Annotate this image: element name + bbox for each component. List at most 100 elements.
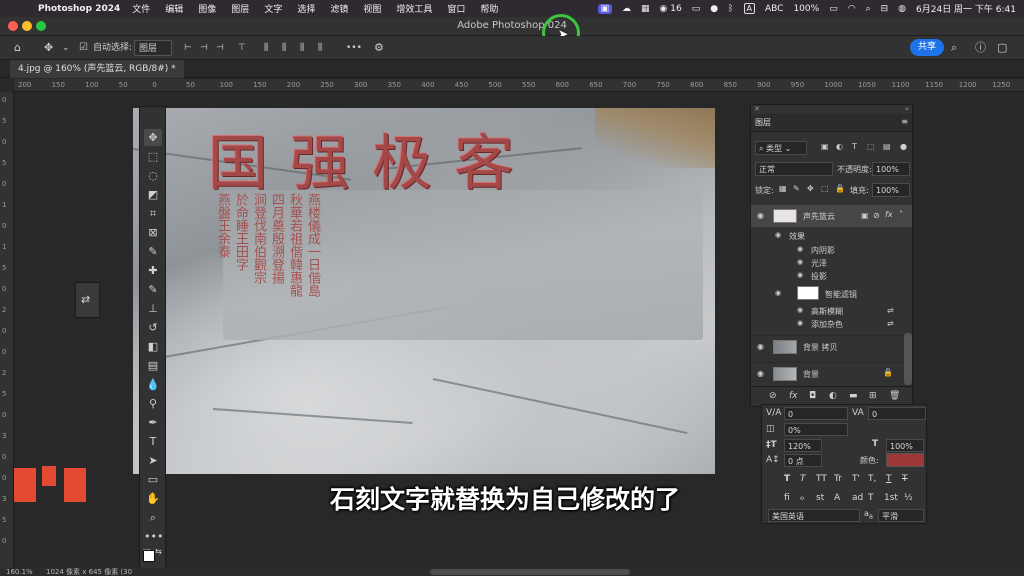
ordinals-button[interactable]: 1st: [884, 493, 898, 503]
app-menu[interactable]: Photoshop 2024: [38, 4, 120, 14]
visibility-eye-icon[interactable]: ◉: [757, 369, 764, 378]
opacity-input[interactable]: 100%: [872, 162, 910, 176]
siri-icon[interactable]: ◍: [898, 4, 906, 14]
lock-pixels-icon[interactable]: ✎: [793, 184, 800, 193]
faux-italic-button[interactable]: T: [800, 474, 806, 484]
input-method[interactable]: ABC: [765, 4, 783, 14]
workspace-icon[interactable]: ▢: [997, 40, 1007, 56]
layer-name[interactable]: 背景 拷贝: [803, 342, 838, 353]
contextual-alternates-button[interactable]: ℴ: [800, 493, 804, 503]
fill-input[interactable]: 100%: [872, 183, 910, 197]
distribute-icon[interactable]: ⫼: [264, 40, 268, 56]
kerning-select[interactable]: 0: [784, 407, 848, 420]
layer-filter-select[interactable]: ⌕ 类型 ⌄: [755, 141, 807, 155]
menu-image[interactable]: 图像: [198, 2, 216, 15]
menu-filter[interactable]: 滤镜: [330, 2, 348, 15]
gradient-tool-icon[interactable]: ▤: [144, 357, 162, 374]
baseline-shift-input[interactable]: 0 点: [784, 454, 822, 467]
filter-options-icon[interactable]: ⇌: [887, 319, 894, 328]
fx-icon[interactable]: fx: [885, 210, 893, 219]
panel-collapse-icon[interactable]: «: [905, 105, 909, 113]
effect-eye-icon[interactable]: ◉: [797, 245, 803, 253]
marquee-tool-icon[interactable]: ⬚: [144, 148, 162, 165]
brush-tool-icon[interactable]: ✎: [144, 281, 162, 298]
discretionary-ligatures-button[interactable]: st: [816, 493, 824, 503]
effect-item[interactable]: ◉ 内阴影: [797, 245, 835, 256]
help-icon[interactable]: ⓘ: [975, 40, 986, 56]
subscript-button[interactable]: T,: [868, 474, 876, 484]
home-icon[interactable]: ⌂: [14, 40, 21, 56]
menu-select[interactable]: 选择: [297, 2, 315, 15]
path-select-tool-icon[interactable]: ➤: [144, 452, 162, 469]
smart-filter-item[interactable]: ◉ 高斯模糊 ⇌: [797, 306, 911, 317]
frame-tool-icon[interactable]: ⊠: [144, 224, 162, 241]
superscript-button[interactable]: T': [852, 474, 860, 484]
distribute-bottom-icon[interactable]: ⫼: [300, 40, 304, 56]
panel-menu-icon[interactable]: ≡: [901, 117, 908, 126]
cloud-icon[interactable]: ☁: [622, 4, 631, 14]
new-layer-icon[interactable]: ⊞: [869, 391, 877, 401]
stylistic-alternates-button[interactable]: ad: [852, 493, 863, 503]
document-info[interactable]: 1024 像素 x 645 像素 (30: [46, 568, 132, 576]
menu-edit[interactable]: 编辑: [165, 2, 183, 15]
smart-filter-item[interactable]: ◉ 添加杂色 ⇌: [797, 319, 911, 330]
fractions-button[interactable]: ½: [904, 493, 913, 503]
swap-colors-icon[interactable]: ⇆: [155, 547, 162, 556]
strikethrough-button[interactable]: T: [902, 474, 908, 484]
panel-close-icon[interactable]: ✕: [754, 105, 760, 113]
distribute-left-icon[interactable]: ⫼: [318, 40, 322, 56]
control-center-icon[interactable]: ⊟: [881, 4, 889, 14]
menu-view[interactable]: 视图: [363, 2, 381, 15]
battery-percent[interactable]: 100%: [793, 4, 819, 14]
ligatures-button[interactable]: fi: [784, 493, 790, 503]
tsume-select[interactable]: 0%: [784, 423, 848, 436]
keyboard-a-icon[interactable]: A: [743, 3, 755, 14]
tracking-select[interactable]: 0: [868, 407, 926, 420]
effect-eye-icon[interactable]: ◉: [797, 258, 803, 266]
vertical-scale-input[interactable]: 120%: [784, 439, 822, 452]
blend-mode-select[interactable]: 正常: [755, 162, 833, 176]
lock-all-icon[interactable]: 🔒: [835, 184, 845, 193]
align-top-icon[interactable]: ⊤: [238, 40, 246, 56]
link-layers-icon[interactable]: ⊘: [769, 391, 777, 401]
menu-window[interactable]: 窗口: [447, 2, 465, 15]
zoom-level[interactable]: 160.1%: [6, 568, 33, 576]
filter-pixel-icon[interactable]: ▣: [821, 142, 829, 151]
layer-row[interactable]: ◉ 背景 拷贝: [751, 335, 912, 357]
add-style-fx-icon[interactable]: fx: [789, 391, 798, 401]
filter-eye-icon[interactable]: ◉: [797, 319, 803, 327]
wechat-icon[interactable]: ◉ 16: [660, 4, 682, 14]
tool-preset-chevron-icon[interactable]: ⌄: [62, 40, 70, 56]
smart-filters-eye-icon[interactable]: ◉: [775, 289, 781, 297]
search-icon[interactable]: ⌕: [866, 4, 871, 14]
filter-type-icon[interactable]: T: [852, 142, 857, 151]
effect-eye-icon[interactable]: ◉: [797, 271, 803, 279]
filter-smart-object-icon[interactable]: ▤: [883, 142, 891, 151]
underline-button[interactable]: T: [886, 474, 892, 484]
effects-eye-icon[interactable]: ◉: [775, 231, 781, 239]
healing-brush-tool-icon[interactable]: ✚: [144, 262, 162, 279]
clone-stamp-tool-icon[interactable]: ⊥: [144, 300, 162, 317]
filter-eye-icon[interactable]: ◉: [797, 306, 803, 314]
visibility-eye-icon[interactable]: ◉: [757, 211, 764, 220]
align-left-icon[interactable]: ⊢: [184, 40, 192, 56]
auto-select-target-select[interactable]: 图层: [134, 40, 173, 56]
horizontal-scrollbar[interactable]: [430, 569, 630, 575]
auto-select-checkbox[interactable]: ☑: [79, 40, 88, 56]
menu-plugins[interactable]: 增效工具: [396, 2, 432, 15]
small-caps-button[interactable]: Tr: [834, 474, 842, 484]
add-mask-icon[interactable]: ◘: [809, 391, 816, 401]
move-tool-icon[interactable]: ✥: [44, 40, 53, 56]
menu-layer[interactable]: 图层: [231, 2, 249, 15]
layer-name[interactable]: 背景: [803, 369, 819, 380]
align-right-icon[interactable]: ⊣: [216, 40, 224, 56]
new-group-icon[interactable]: ▬: [849, 391, 858, 401]
properties-icon[interactable]: ⇄: [81, 293, 90, 306]
more-options-icon[interactable]: •••: [346, 40, 362, 56]
settings-gear-icon[interactable]: ⚙: [374, 40, 384, 56]
layer-row[interactable]: ◉ 背景 🔒: [751, 362, 912, 384]
effect-item[interactable]: ◉ 投影: [797, 271, 827, 282]
dodge-tool-icon[interactable]: ⚲: [144, 395, 162, 412]
language-select[interactable]: 美国英语: [768, 509, 860, 522]
expand-chevron-icon[interactable]: ˄: [899, 210, 903, 219]
